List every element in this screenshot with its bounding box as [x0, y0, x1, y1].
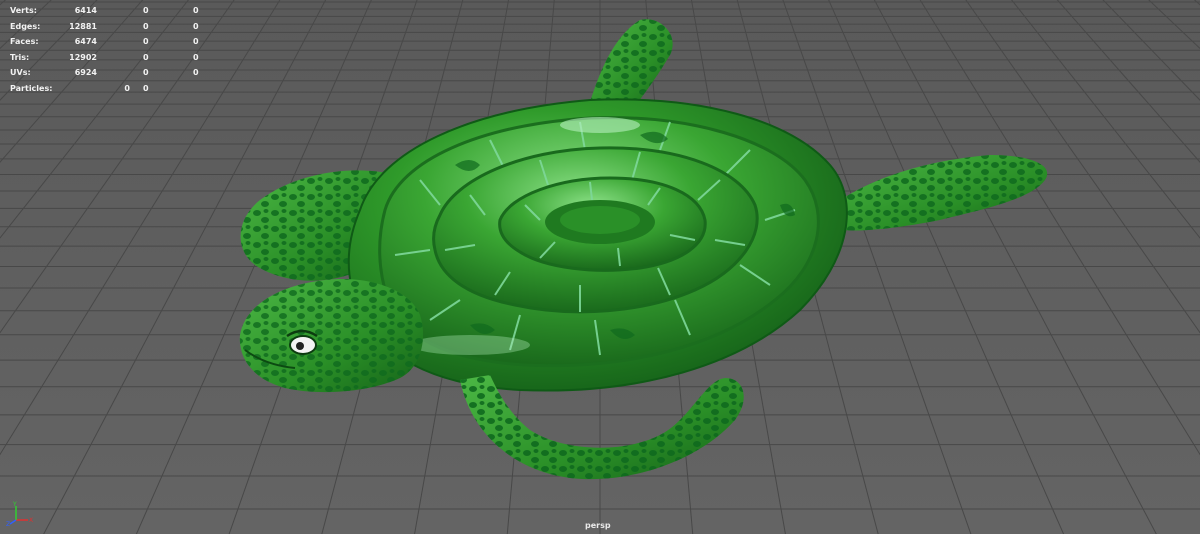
hud-row-particles: Particles: 0 0 — [10, 81, 210, 97]
axis-gizmo-icon: X Y Z — [6, 501, 33, 526]
turtle-head[interactable] — [239, 279, 424, 393]
hud-label: Edges: — [10, 21, 41, 31]
maya-viewport[interactable]: Verts: 6414 0 0 Edges: 12881 0 0 Faces: 6474 0 0 Tri… — [0, 0, 1200, 534]
camera-label: persp — [585, 521, 611, 530]
svg-text:X: X — [29, 517, 33, 524]
hud-value: 0 — [193, 37, 199, 46]
hud-value: 0 — [193, 6, 199, 15]
hud-value: 0 — [143, 6, 149, 15]
hud-value: 0 — [143, 68, 149, 77]
hud-label: Verts: — [10, 6, 37, 15]
hud-value: 0 — [193, 52, 199, 62]
hud-row: Faces: 6474 0 0 — [10, 34, 210, 50]
turtle-rear-flipper-top[interactable] — [590, 19, 673, 112]
hud-value: 0 — [124, 83, 130, 93]
hud-value: 12902 — [69, 52, 97, 62]
hud-value: 0 — [143, 83, 149, 93]
hud-value: 0 — [193, 68, 199, 77]
hud-row: Verts: 6414 0 0 — [10, 3, 210, 19]
hud-row: Tris: 12902 0 0 — [10, 50, 210, 66]
hud-value: 6924 — [74, 68, 97, 77]
turtle-shell[interactable] — [347, 98, 848, 392]
hud-value: 0 — [143, 21, 149, 31]
svg-text:Z: Z — [6, 521, 10, 526]
hud-value: 0 — [193, 21, 199, 31]
hud-row: UVs: 6924 0 0 — [10, 65, 210, 81]
turtle-rear-flipper-bottom[interactable] — [460, 375, 744, 480]
hud-value: 6414 — [74, 6, 97, 15]
hud-label: UVs: — [10, 68, 31, 77]
hud-value: 0 — [143, 52, 149, 62]
hud-label: Particles: — [10, 83, 53, 93]
svg-text:Y: Y — [12, 501, 17, 508]
hud-value: 0 — [143, 37, 149, 46]
hud-value: 6474 — [74, 37, 97, 46]
hud-label: Tris: — [10, 52, 30, 62]
poly-count-hud: Verts: 6414 0 0 Edges: 12881 0 0 Faces: 6474 0 0 Tri… — [10, 3, 210, 96]
hud-value: 12881 — [69, 21, 97, 31]
turtle-right-flipper[interactable] — [840, 155, 1048, 231]
hud-row: Edges: 12881 0 0 — [10, 19, 210, 35]
hud-label: Faces: — [10, 37, 39, 46]
